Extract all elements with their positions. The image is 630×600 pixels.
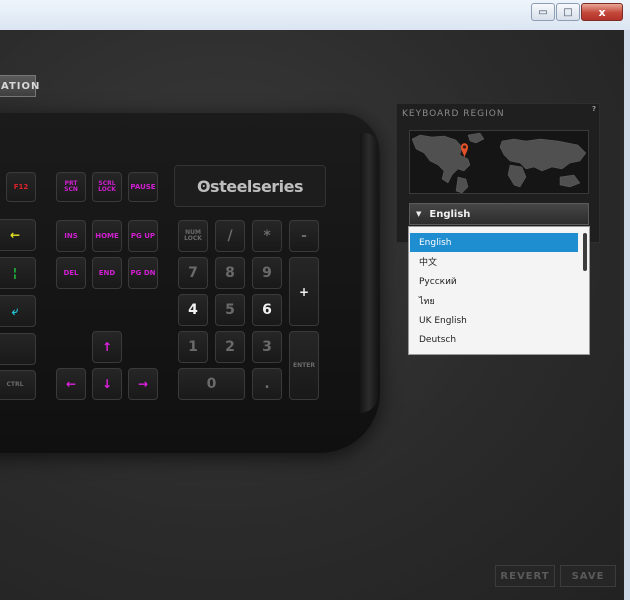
key-num-8[interactable]: 8 <box>215 257 245 289</box>
key-down-arrow[interactable]: ↓ <box>92 368 122 400</box>
region-option-thai[interactable]: ไทย <box>410 291 578 310</box>
key-num-1[interactable]: 1 <box>178 331 208 363</box>
key-ins[interactable]: INS <box>56 220 86 252</box>
key-home[interactable]: HOME <box>92 220 122 252</box>
title-bar: ▭ □ x <box>0 0 630 30</box>
maximize-button[interactable]: □ <box>556 3 580 21</box>
key-scrlock[interactable]: SCRL LOCK <box>92 172 122 202</box>
key-num-4[interactable]: 4 <box>178 294 208 326</box>
key-numlock[interactable]: NUM LOCK <box>178 220 208 252</box>
key-num-0[interactable]: 0 <box>178 368 245 400</box>
minimize-button[interactable]: ▭ <box>531 3 555 21</box>
key-return[interactable]: ⤶ <box>0 295 36 327</box>
world-map <box>409 130 589 194</box>
key-pause[interactable]: PAUSE <box>128 172 158 202</box>
key-f12[interactable]: F12 <box>6 172 36 202</box>
key-num-3[interactable]: 3 <box>252 331 282 363</box>
key-num-star[interactable]: * <box>252 220 282 252</box>
key-num-minus[interactable]: - <box>289 220 319 252</box>
location-pin-icon <box>461 143 468 158</box>
key-num-plus[interactable]: + <box>289 257 319 326</box>
key-pgdn[interactable]: PG DN <box>128 257 158 289</box>
help-icon[interactable]: ? <box>592 105 596 113</box>
window-controls: ▭ □ x <box>530 3 623 21</box>
key-ctrl[interactable]: CTRL <box>0 370 36 400</box>
region-option-russian[interactable]: Русский <box>410 272 578 291</box>
region-select-value: English <box>429 208 471 220</box>
key-left-arrow[interactable]: ← <box>56 368 86 400</box>
region-option-english[interactable]: English <box>410 233 578 252</box>
key-num-dot[interactable]: . <box>252 368 282 400</box>
key-num-slash[interactable]: / <box>215 220 245 252</box>
key-right-arrow[interactable]: → <box>128 368 158 400</box>
key-del[interactable]: DEL <box>56 257 86 289</box>
key-num-2[interactable]: 2 <box>215 331 245 363</box>
key-num-6[interactable]: 6 <box>252 294 282 326</box>
region-option-deutsch[interactable]: Deutsch <box>410 330 578 349</box>
dropdown-scrollbar[interactable] <box>583 233 587 271</box>
key-prtscn[interactable]: PRT SCN <box>56 172 86 202</box>
keyboard-edge <box>360 133 378 413</box>
region-dropdown-list: English 中文 Русский ไทย UK English Deutsc… <box>408 226 590 355</box>
keyboard-region-panel: KEYBOARD REGION ? ▼ English <box>396 103 600 243</box>
key-end[interactable]: END <box>92 257 122 289</box>
minimize-icon: ▭ <box>538 6 548 18</box>
close-icon: x <box>598 5 606 19</box>
key-backslash[interactable]: ¦ <box>0 257 36 289</box>
region-select[interactable]: ▼ English <box>409 203 589 225</box>
close-button[interactable]: x <box>581 3 623 21</box>
key-shift[interactable] <box>0 333 36 365</box>
key-num-5[interactable]: 5 <box>215 294 245 326</box>
revert-button[interactable]: REVERT <box>495 565 555 587</box>
region-option-uk-english[interactable]: UK English <box>410 311 578 330</box>
configuration-button[interactable]: ATION <box>0 75 39 97</box>
world-map-graphic <box>411 132 587 193</box>
key-num-7[interactable]: 7 <box>178 257 208 289</box>
region-title: KEYBOARD REGION <box>402 109 505 119</box>
key-backspace[interactable]: ← <box>0 219 36 251</box>
steelseries-logo: ʘsteelseries <box>174 165 326 207</box>
key-pgup[interactable]: PG UP <box>128 220 158 252</box>
dropdown-caret-icon: ▼ <box>416 210 422 218</box>
maximize-icon: □ <box>563 6 573 18</box>
key-up-arrow[interactable]: ↑ <box>92 331 122 363</box>
region-option-chinese[interactable]: 中文 <box>410 252 578 271</box>
save-button[interactable]: SAVE <box>560 565 616 587</box>
key-num-9[interactable]: 9 <box>252 257 282 289</box>
key-num-enter[interactable]: ENTER <box>289 331 319 400</box>
